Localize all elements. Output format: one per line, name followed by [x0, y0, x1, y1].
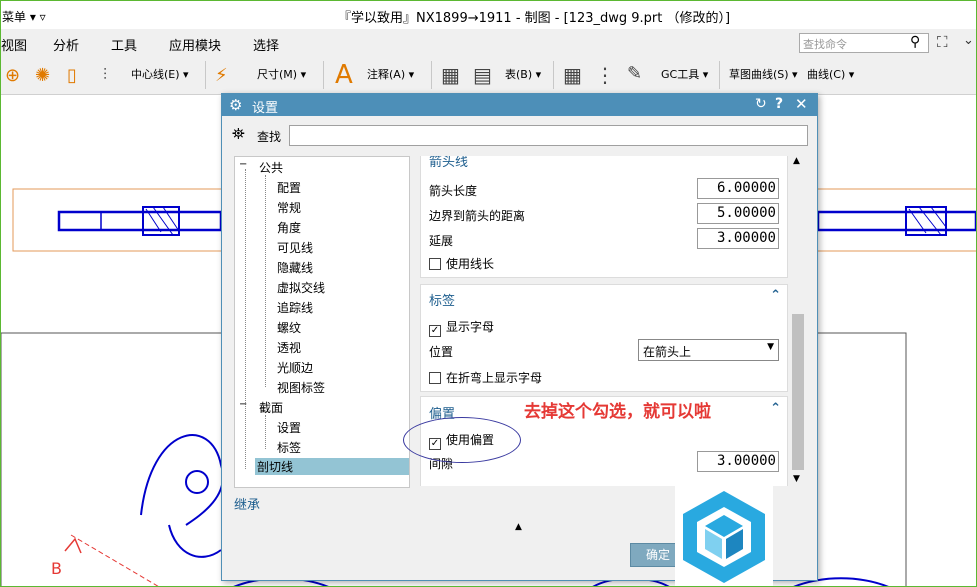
label-section: 标签 ⌃ ✓ 显示字母 位置 在箭头上 ▼ 在折弯上显示字母	[420, 284, 788, 392]
title-bar: 菜单 ▾ ▿ 『学以致用』NX1899→1911 - 制图 - [123_dwg…	[1, 1, 976, 29]
arrow-length-input[interactable]: 6.00000	[697, 178, 779, 199]
cylinder-icon[interactable]: ▯	[67, 65, 77, 86]
watermark-logo	[675, 485, 773, 586]
extend-input[interactable]: 3.00000	[697, 228, 779, 249]
show-on-bend-label: 在折弯上显示字母	[446, 371, 543, 385]
binoculars-icon: ⛯	[232, 124, 245, 143]
tree-item-view-label[interactable]: 视图标签	[277, 379, 325, 396]
tree-item-common[interactable]: 公共	[259, 159, 283, 176]
show-letter-checkbox[interactable]: ✓ 显示字母	[429, 318, 494, 337]
expand-up-icon[interactable]: ▲	[515, 522, 522, 532]
tree-item-angle[interactable]: 角度	[277, 219, 301, 236]
position-select-value: 在箭头上	[643, 345, 692, 359]
brush-icon[interactable]: ✎	[627, 63, 642, 84]
menu-analysis[interactable]: 分析	[53, 35, 79, 54]
find-label: 查找	[257, 130, 282, 144]
scroll-up-icon[interactable]: ▲	[793, 156, 800, 166]
collapse-chevron-icon[interactable]: ⌃	[770, 156, 781, 165]
show-letter-label: 显示字母	[446, 320, 495, 334]
fullscreen-icon[interactable]: ⛶	[937, 33, 948, 51]
section-label-b: B	[51, 559, 62, 578]
tree-item-section[interactable]: 截面	[259, 399, 283, 416]
menu-tools[interactable]: 工具	[111, 35, 137, 54]
position-label: 位置	[429, 345, 454, 359]
close-icon[interactable]: ✕	[795, 95, 808, 113]
sketch-curve-button[interactable]: 草图曲线(S) ▾	[729, 66, 798, 82]
tree-item-trace-lines[interactable]: 追踪线	[277, 299, 313, 316]
use-line-length-checkbox[interactable]: 使用线长	[429, 255, 494, 272]
table-button[interactable]: 表(B) ▾	[505, 66, 541, 82]
parts-list-icon[interactable]: ▤	[473, 63, 492, 87]
bolt-circle-icon[interactable]: ✺	[35, 65, 50, 86]
tree-item-config[interactable]: 配置	[277, 179, 301, 196]
hierarchy-icon[interactable]: ⋮	[595, 63, 615, 87]
tree-item-virtual-intersection[interactable]: 虚拟交线	[277, 279, 325, 296]
chevron-down-icon: ▼	[767, 342, 774, 352]
target-icon[interactable]: ⊕	[5, 65, 20, 86]
tree-item-visible-lines[interactable]: 可见线	[277, 239, 313, 256]
centerline-button[interactable]: 中心线(E) ▾	[131, 66, 189, 82]
menu-selection[interactable]: 选择	[253, 35, 279, 54]
find-input[interactable]	[289, 125, 808, 146]
arrow-line-section: 箭头线 ⌃ 箭头长度 6.00000 边界到箭头的距离 5.00000 延展 3…	[420, 156, 788, 278]
highlight-ellipse	[403, 417, 521, 463]
spreadsheet-icon[interactable]: ▦	[563, 63, 582, 87]
tree-toggle-common[interactable]: −	[239, 159, 247, 170]
tree-item-smooth-edges[interactable]: 光顺边	[277, 359, 313, 376]
tree-item-perspective[interactable]: 透视	[277, 339, 301, 356]
tree-item-section-line[interactable]: 剖切线	[255, 458, 409, 475]
tree-toggle-section[interactable]: −	[239, 399, 247, 410]
rapid-dimension-icon[interactable]: ⚡	[215, 65, 228, 86]
collapse-chevron-icon[interactable]: ⌃	[770, 401, 781, 416]
main-menu-button[interactable]: 菜单 ▾ ▿	[2, 8, 46, 25]
help-icon[interactable]: ?	[775, 96, 783, 112]
settings-tree: − 公共 配置 常规 角度 可见线 隐藏线 虚拟交线 追踪线 螺纹 透视 光顺边…	[234, 156, 410, 488]
annotation-text: 去掉这个勾选，就可以啦	[524, 402, 711, 422]
panel-scrollbar[interactable]: ▲ ▼	[790, 156, 806, 486]
position-select[interactable]: 在箭头上 ▼	[638, 339, 779, 361]
border-to-arrow-label: 边界到箭头的距离	[429, 209, 526, 223]
curve-button[interactable]: 曲线(C) ▾	[807, 66, 854, 82]
dialog-title: 设置	[252, 101, 279, 116]
toolbar: ⊕ ✺ ▯ ⫶ 中心线(E) ▾ ⚡ 尺寸(M) ▾ A 注释(A) ▾ ▦ ▤…	[1, 57, 976, 95]
tree-item-section-label[interactable]: 标签	[277, 439, 301, 456]
tree-item-hidden-lines[interactable]: 隐藏线	[277, 259, 313, 276]
scroll-down-icon[interactable]: ▼	[793, 474, 800, 484]
dialog-title-bar[interactable]: ⚙ 设置 ↻ ? ✕	[222, 94, 817, 116]
gear-icon: ⚙	[229, 96, 243, 114]
menu-application[interactable]: 应用模块	[169, 35, 221, 54]
gap-input[interactable]: 3.00000	[697, 451, 779, 472]
window-title: 『学以致用』NX1899→1911 - 制图 - [123_dwg 9.prt …	[338, 11, 731, 26]
annotation-button[interactable]: 注释(A) ▾	[367, 66, 414, 82]
tree-item-thread[interactable]: 螺纹	[277, 319, 301, 336]
collapse-chevron-icon[interactable]: ⌃	[770, 288, 781, 303]
inherit-label: 继承	[234, 498, 261, 513]
extend-label: 延展	[429, 234, 454, 248]
gc-tools-button[interactable]: GC工具 ▾	[661, 66, 708, 82]
table-icon[interactable]: ▦	[441, 63, 460, 87]
label-header: 标签	[429, 294, 456, 309]
show-on-bend-checkbox[interactable]: 在折弯上显示字母	[429, 369, 542, 386]
tree-item-section-settings[interactable]: 设置	[277, 419, 301, 436]
centerline-icon: ⫶	[103, 65, 108, 84]
use-line-length-label: 使用线长	[446, 257, 495, 271]
search-icon[interactable]: ⚲	[910, 34, 920, 50]
dimension-button[interactable]: 尺寸(M) ▾	[257, 66, 306, 82]
tree-item-general[interactable]: 常规	[277, 199, 301, 216]
arrow-length-label: 箭头长度	[429, 184, 478, 198]
scroll-thumb[interactable]	[792, 314, 804, 470]
ribbon-collapse-icon[interactable]: ⌄	[963, 33, 974, 48]
border-to-arrow-input[interactable]: 5.00000	[697, 203, 779, 224]
reset-icon[interactable]: ↻	[755, 96, 767, 112]
note-icon[interactable]: A	[335, 60, 353, 90]
menu-view[interactable]: 视图	[1, 35, 27, 54]
arrow-line-header: 箭头线	[429, 156, 469, 170]
